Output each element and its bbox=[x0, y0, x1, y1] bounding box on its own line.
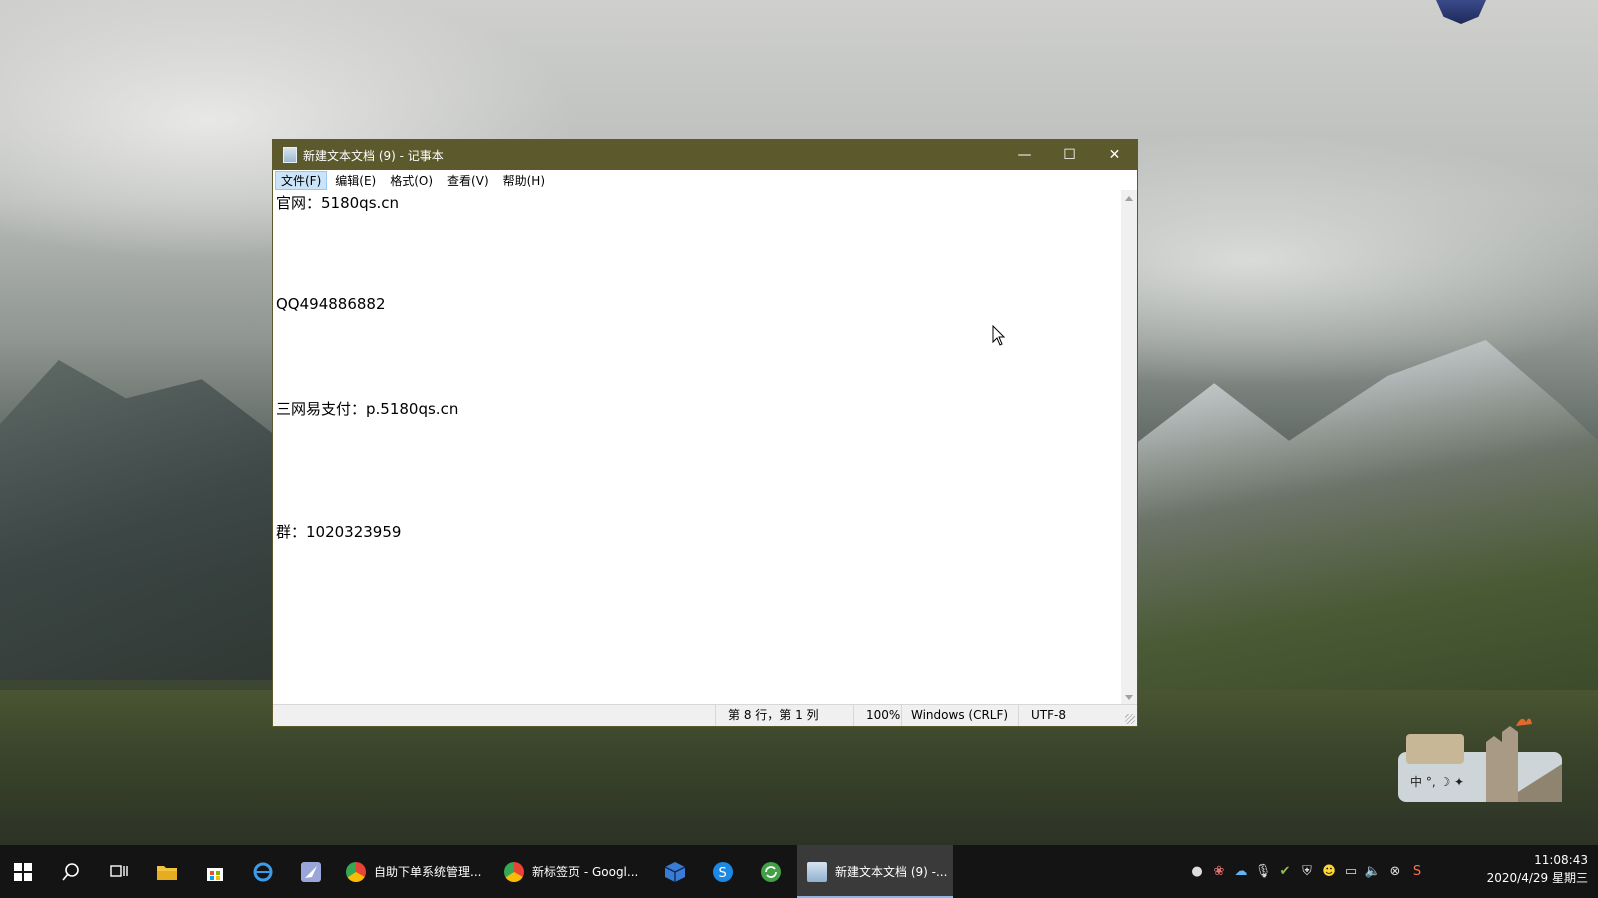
vertical-scrollbar[interactable] bbox=[1121, 190, 1137, 706]
task-view-button[interactable] bbox=[96, 845, 142, 898]
svg-text:S: S bbox=[719, 866, 727, 881]
microphone-icon[interactable]: 🎙 bbox=[1252, 861, 1274, 883]
shield-blue-icon[interactable]: ● bbox=[1186, 861, 1208, 883]
close-button[interactable]: ✕ bbox=[1092, 140, 1137, 170]
menu-file[interactable]: 文件(F) bbox=[275, 170, 328, 190]
taskbar: 自助下单系统管理... 新标签页 - Googl... S 新建文本文档 (9)… bbox=[0, 845, 1598, 898]
scroll-up-icon[interactable] bbox=[1125, 196, 1133, 201]
chrome-icon bbox=[346, 861, 366, 882]
menu-bar: 文件(F) 编辑(E) 格式(O) 查看(V) 帮助(H) bbox=[273, 170, 1137, 191]
store-button[interactable] bbox=[192, 845, 238, 898]
desktop-app-icon[interactable] bbox=[1436, 0, 1486, 24]
network-icon[interactable]: ▭ bbox=[1340, 861, 1362, 883]
svg-text:中 °, ☽ ✦: 中 °, ☽ ✦ bbox=[1410, 774, 1464, 789]
editor-line: 三网易支付：p.5180qs.cn bbox=[276, 400, 459, 418]
search-button[interactable] bbox=[48, 845, 94, 898]
status-bar: 第 8 行，第 1 列 100% Windows (CRLF) UTF-8 bbox=[273, 704, 1137, 726]
status-line-ending: Windows (CRLF) bbox=[901, 705, 1019, 726]
clock[interactable]: 11:08:43 2020/4/29 星期三 bbox=[1487, 851, 1588, 887]
status-zoom: 100% bbox=[853, 705, 903, 726]
taskbar-app-label: 新标签页 - Googl... bbox=[532, 865, 639, 879]
ie-icon bbox=[253, 862, 273, 881]
task-view-icon bbox=[110, 864, 128, 877]
scroll-down-icon[interactable] bbox=[1125, 695, 1133, 700]
menu-view[interactable]: 查看(V) bbox=[441, 171, 495, 190]
taskbar-app[interactable]: 新标签页 - Googl... bbox=[496, 845, 654, 898]
security-icon[interactable]: ⛨ bbox=[1296, 861, 1318, 883]
menu-help[interactable]: 帮助(H) bbox=[497, 171, 551, 190]
notepad-icon bbox=[807, 861, 827, 882]
notepad-window: 新建文本文档 (9) - 记事本 — ☐ ✕ 文件(F) 编辑(E) 格式(O)… bbox=[272, 139, 1138, 727]
app-tray-icon[interactable]: ❀ bbox=[1208, 861, 1230, 883]
file-explorer-button[interactable] bbox=[144, 845, 190, 898]
editor-line: 群：1020323959 bbox=[276, 523, 402, 541]
store-icon bbox=[207, 867, 223, 881]
taskbar-app-label: 自助下单系统管理... bbox=[374, 865, 482, 879]
start-button[interactable] bbox=[0, 845, 46, 898]
taskbar-app[interactable]: 自助下单系统管理... bbox=[338, 845, 496, 898]
wallpaper-mountain-right bbox=[1130, 340, 1598, 700]
system-tray: ● ❀ ☁ 🎙 ✔ ⛨ ☻ ▭ 🔈 ⊗ S bbox=[1186, 845, 1428, 898]
maximize-button[interactable]: ☐ bbox=[1047, 140, 1092, 170]
window-title: 新建文本文档 (9) - 记事本 bbox=[303, 148, 444, 163]
feather-app-icon bbox=[301, 861, 321, 882]
status-encoding: UTF-8 bbox=[1018, 705, 1118, 726]
text-editor[interactable]: 官网：5180qs.cn QQ494886882 三网易支付：p.5180qs.… bbox=[273, 190, 1121, 706]
mouse-cursor-icon bbox=[992, 325, 1006, 346]
app-button[interactable] bbox=[652, 845, 698, 898]
editor-line: QQ494886882 bbox=[276, 295, 386, 313]
cube-app-icon bbox=[664, 861, 686, 882]
windows-icon bbox=[14, 862, 32, 881]
search-icon bbox=[62, 862, 79, 881]
menu-edit[interactable]: 编辑(E) bbox=[329, 171, 382, 190]
menu-format[interactable]: 格式(O) bbox=[384, 171, 439, 190]
desktop-widget[interactable]: 中 °, ☽ ✦ bbox=[1398, 712, 1562, 802]
volume-icon[interactable]: 🔈 bbox=[1362, 861, 1384, 883]
ie-button[interactable] bbox=[240, 845, 286, 898]
taskbar-app-notepad[interactable]: 新建文本文档 (9) -... bbox=[797, 845, 953, 898]
app-button[interactable]: S bbox=[700, 845, 746, 898]
status-position: 第 8 行，第 1 列 bbox=[715, 705, 853, 726]
refresh-app-icon bbox=[761, 861, 781, 882]
app-button[interactable] bbox=[288, 845, 334, 898]
app-button[interactable] bbox=[748, 845, 794, 898]
qq-icon[interactable]: ☻ bbox=[1318, 861, 1340, 883]
notification-off-icon[interactable]: ⊗ bbox=[1384, 861, 1406, 883]
folder-icon bbox=[157, 865, 177, 880]
title-bar[interactable]: 新建文本文档 (9) - 记事本 — ☐ ✕ bbox=[273, 140, 1137, 170]
resize-grip-icon[interactable] bbox=[1125, 714, 1135, 724]
editor-line: 官网：5180qs.cn bbox=[276, 194, 400, 212]
minimize-button[interactable]: — bbox=[1002, 140, 1047, 170]
notepad-icon bbox=[283, 147, 297, 163]
taskbar-app-label: 新建文本文档 (9) -... bbox=[835, 865, 948, 879]
check-icon[interactable]: ✔ bbox=[1274, 861, 1296, 883]
clock-time: 11:08:43 bbox=[1534, 853, 1588, 867]
clock-date: 2020/4/29 星期三 bbox=[1486, 871, 1588, 885]
chrome-icon bbox=[504, 861, 524, 882]
cloud-icon[interactable]: ☁ bbox=[1230, 861, 1252, 883]
skype-icon: S bbox=[713, 861, 733, 882]
input-method-icon[interactable]: S bbox=[1406, 861, 1428, 883]
